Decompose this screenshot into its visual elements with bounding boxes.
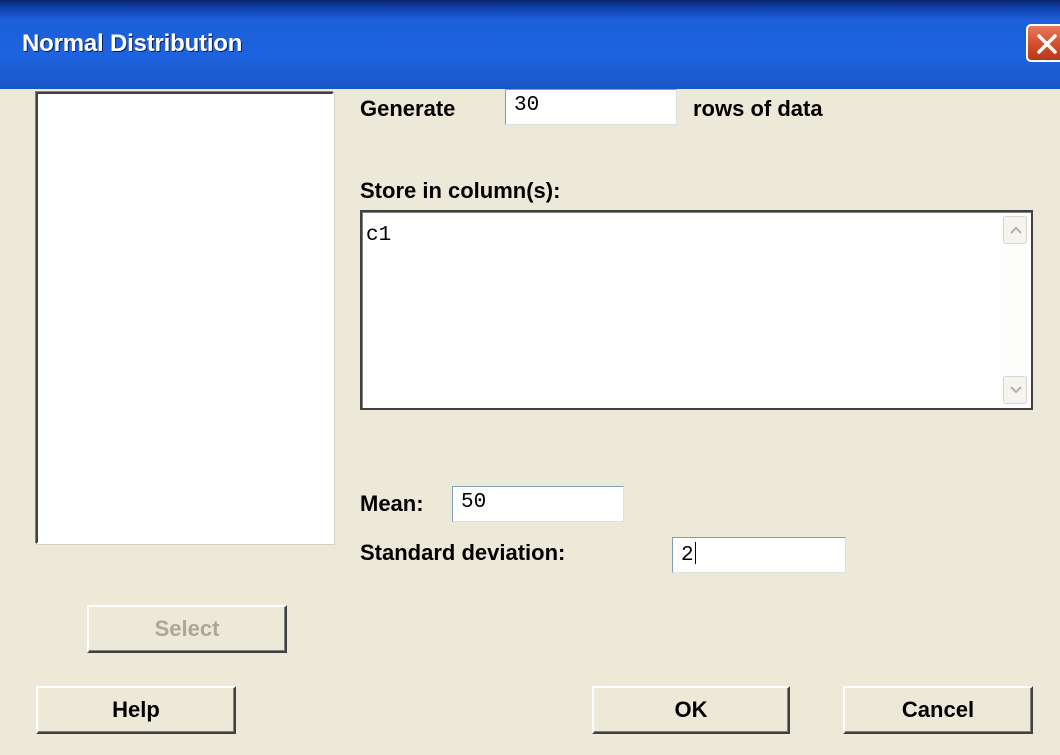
ok-button[interactable]: OK bbox=[592, 686, 790, 734]
scroll-up-button[interactable] bbox=[1003, 216, 1027, 244]
mean-input[interactable]: 50 bbox=[452, 486, 624, 522]
variable-list[interactable] bbox=[36, 92, 334, 544]
cancel-button[interactable]: Cancel bbox=[843, 686, 1033, 734]
close-button[interactable] bbox=[1026, 24, 1060, 62]
std-dev-input[interactable]: 2 bbox=[672, 537, 846, 573]
std-dev-label: Standard deviation: bbox=[360, 540, 566, 565]
generate-label: Generate bbox=[360, 96, 456, 121]
close-icon bbox=[1037, 34, 1057, 54]
store-columns-textarea[interactable]: c1 bbox=[360, 210, 1033, 410]
mean-label: Mean: bbox=[360, 491, 424, 516]
std-dev-value: 2 bbox=[681, 544, 694, 567]
select-button[interactable]: Select bbox=[87, 605, 287, 653]
store-label: Store in column(s): bbox=[360, 178, 561, 203]
chevron-down-icon bbox=[1010, 386, 1022, 394]
generate-rows-input[interactable]: 30 bbox=[505, 89, 677, 125]
help-button[interactable]: Help bbox=[36, 686, 236, 734]
window-title: Normal Distribution bbox=[22, 30, 243, 57]
title-bar[interactable]: Normal Distribution bbox=[0, 0, 1060, 89]
store-columns-value: c1 bbox=[366, 224, 392, 247]
scroll-down-button[interactable] bbox=[1003, 376, 1027, 404]
vertical-scrollbar[interactable] bbox=[1001, 214, 1029, 406]
chevron-up-icon bbox=[1010, 226, 1022, 234]
text-caret bbox=[694, 542, 696, 564]
rows-of-data-label: rows of data bbox=[693, 96, 823, 121]
